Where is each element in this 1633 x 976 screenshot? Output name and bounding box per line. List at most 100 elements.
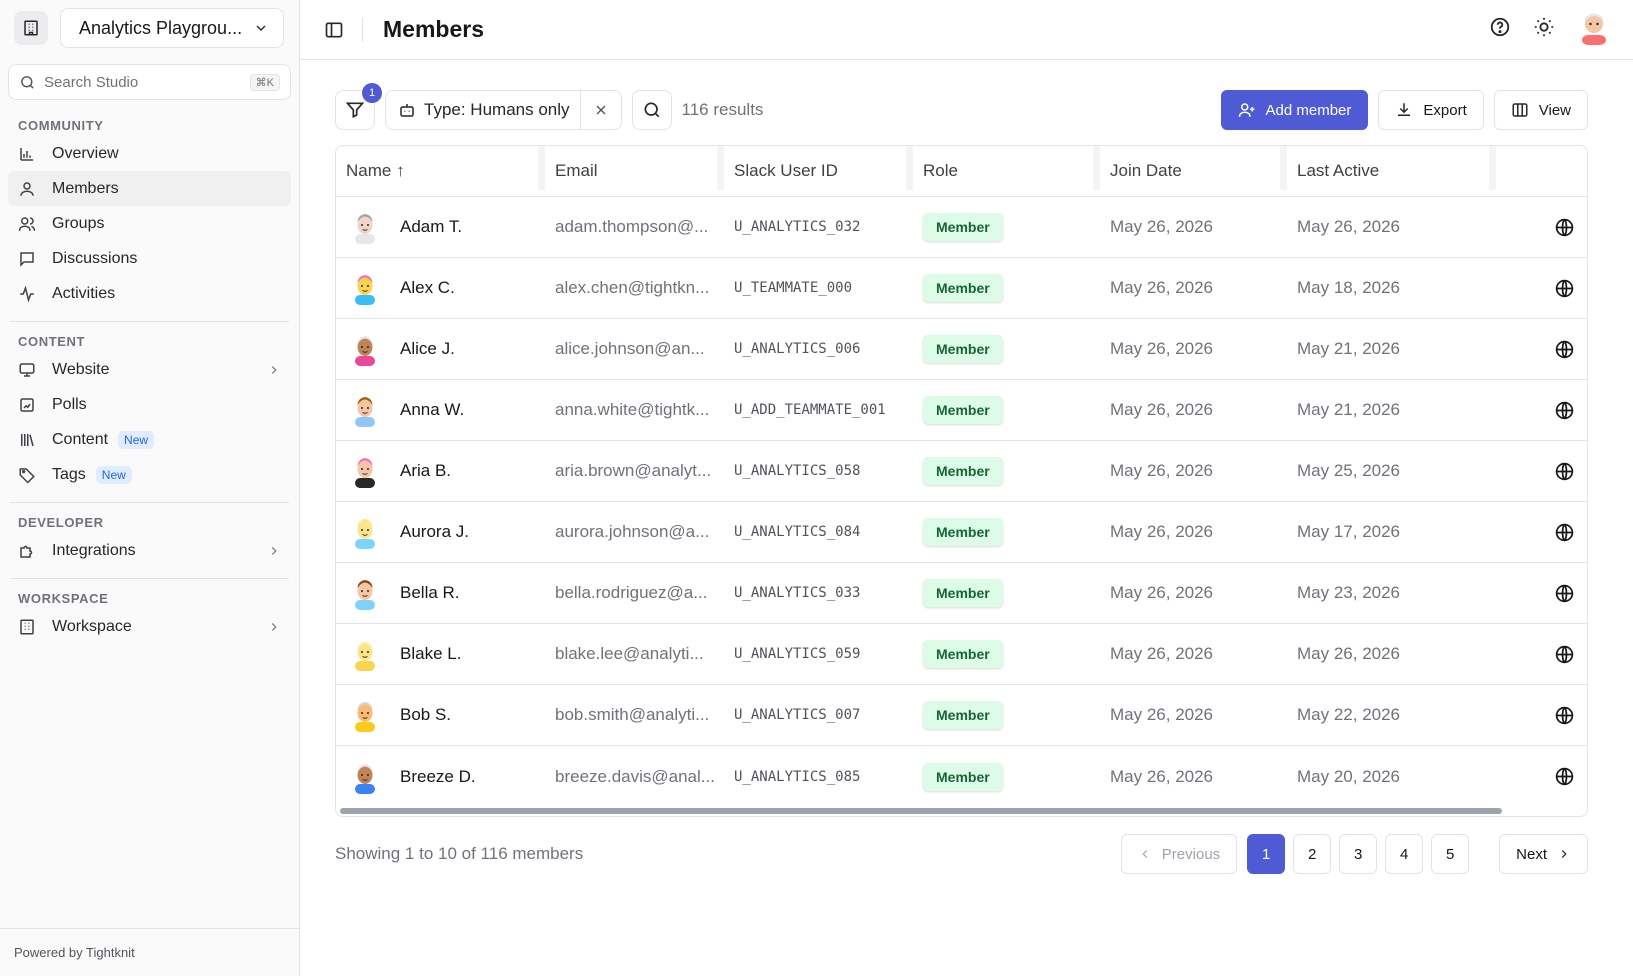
table-row[interactable]: Adam T. adam.thompson@... U_ANALYTICS_03… — [336, 197, 1587, 258]
add-member-button[interactable]: Add member — [1220, 90, 1369, 130]
last-active-cell: May 17, 2026 — [1297, 522, 1401, 541]
role-cell: Member — [913, 746, 1100, 807]
join-date-cell: May 26, 2026 — [1110, 339, 1214, 358]
avatar — [355, 397, 375, 427]
chevron-right-icon — [271, 622, 277, 631]
sidebar-item-discussions[interactable]: Discussions — [8, 241, 291, 276]
member-name-cell[interactable]: Bob S. — [336, 685, 545, 745]
globe-icon[interactable] — [1554, 644, 1575, 665]
table-row[interactable]: Aurora J. aurora.johnson@a... U_ANALYTIC… — [336, 502, 1587, 563]
globe-icon[interactable] — [1554, 400, 1575, 421]
role-cell: Member — [913, 441, 1100, 501]
member-name-cell[interactable]: Aria B. — [336, 441, 545, 501]
table-row[interactable]: Alice J. alice.johnson@an... U_ANALYTICS… — [336, 319, 1587, 380]
export-button[interactable]: Export — [1378, 90, 1484, 130]
column-header-last-active[interactable]: Last Active — [1287, 146, 1496, 196]
globe-icon[interactable] — [1554, 522, 1575, 543]
column-header-join-date[interactable]: Join Date — [1100, 146, 1287, 196]
sidebar-item-integrations[interactable]: Integrations — [8, 533, 291, 568]
tag-icon — [18, 466, 36, 484]
table-row[interactable]: Bob S. bob.smith@analyti... U_ANALYTICS_… — [336, 685, 1587, 746]
globe-icon[interactable] — [1554, 339, 1575, 360]
globe-icon[interactable] — [1554, 217, 1575, 238]
theme-sun-icon[interactable] — [1533, 16, 1555, 43]
column-header-slack-id[interactable]: Slack User ID — [724, 146, 913, 196]
sidebar-item-website[interactable]: Website — [8, 352, 291, 387]
globe-icon[interactable] — [1554, 705, 1575, 726]
table-search-button[interactable] — [631, 90, 672, 130]
table-row[interactable]: Breeze D. breeze.davis@anal... U_ANALYTI… — [336, 746, 1587, 807]
table-row[interactable]: Bella R. bella.rodriguez@a... U_ANALYTIC… — [336, 563, 1587, 624]
column-header-name[interactable]: Name ↑ — [336, 146, 545, 196]
sidebar-toggle-icon[interactable] — [322, 18, 346, 42]
sidebar-item-overview[interactable]: Overview — [8, 136, 291, 171]
new-badge: New — [95, 465, 132, 484]
table-toolbar: 1 Type: Humans only 116 results Add memb… — [335, 83, 1588, 131]
avatar — [355, 580, 375, 610]
sidebar-item-workspace[interactable]: Workspace — [8, 609, 291, 644]
table-row[interactable]: Blake L. blake.lee@analyti... U_ANALYTIC… — [336, 624, 1587, 685]
last-active-cell: May 23, 2026 — [1297, 583, 1401, 602]
avatar — [355, 336, 375, 366]
search-studio-input[interactable]: Search Studio ⌘K — [8, 64, 291, 100]
globe-icon[interactable] — [1554, 583, 1575, 604]
page-button-2[interactable]: 2 — [1293, 834, 1332, 874]
avatar — [355, 519, 375, 549]
member-name-cell[interactable]: Anna W. — [336, 380, 545, 440]
sidebar-item-content[interactable]: Content New — [8, 422, 291, 457]
page-button-3[interactable]: 3 — [1339, 834, 1378, 874]
role-badge: Member — [923, 274, 1003, 302]
search-placeholder: Search Studio — [44, 73, 139, 91]
role-cell: Member — [913, 685, 1100, 745]
column-header-role[interactable]: Role — [913, 146, 1100, 196]
remove-filter-button[interactable] — [581, 91, 621, 129]
slack-id-cell: U_ANALYTICS_033 — [734, 585, 861, 601]
user-avatar[interactable] — [1577, 9, 1611, 50]
page-title: Members — [383, 16, 484, 42]
table-row[interactable]: Anna W. anna.white@tightk... U_ADD_TEAMM… — [336, 380, 1587, 441]
sidebar-item-label: Activities — [52, 284, 116, 302]
horizontal-scrollbar[interactable] — [340, 808, 1502, 814]
sidebar-item-polls[interactable]: Polls — [8, 387, 291, 422]
filter-chip: Type: Humans only — [385, 90, 622, 130]
puzzle-icon — [18, 542, 36, 560]
member-name-cell[interactable]: Blake L. — [336, 624, 545, 684]
role-badge: Member — [923, 640, 1003, 668]
member-name-cell[interactable]: Adam T. — [336, 197, 545, 257]
globe-icon[interactable] — [1554, 766, 1575, 787]
member-name-cell[interactable]: Alex C. — [336, 258, 545, 318]
table-row[interactable]: Aria B. aria.brown@analyt... U_ANALYTICS… — [336, 441, 1587, 502]
member-name-cell[interactable]: Bella R. — [336, 563, 545, 623]
view-button[interactable]: View — [1493, 90, 1588, 130]
member-name-cell[interactable]: Breeze D. — [336, 746, 545, 807]
page-button-4[interactable]: 4 — [1385, 834, 1424, 874]
workspace-switcher[interactable]: Analytics Playgrou... — [60, 8, 284, 48]
avatar — [355, 214, 375, 244]
member-name-cell[interactable]: Alice J. — [336, 319, 545, 379]
sidebar-item-label: Tags — [52, 465, 86, 483]
previous-page-button[interactable]: Previous — [1120, 834, 1238, 874]
sidebar-item-groups[interactable]: Groups — [8, 206, 291, 241]
filter-chip-label[interactable]: Type: Humans only — [386, 91, 581, 129]
table-row[interactable]: Alex C. alex.chen@tightkn... U_TEAMMATE_… — [336, 258, 1587, 319]
sidebar-item-activities[interactable]: Activities — [8, 276, 291, 311]
sidebar-item-tags[interactable]: Tags New — [8, 457, 291, 492]
pagination: Previous 1 2 3 4 5 Next — [1120, 834, 1588, 874]
sidebar-item-members[interactable]: Members — [8, 171, 291, 206]
globe-icon[interactable] — [1554, 278, 1575, 299]
globe-icon[interactable] — [1554, 461, 1575, 482]
page-button-1[interactable]: 1 — [1247, 834, 1286, 874]
help-icon[interactable] — [1489, 16, 1511, 43]
building-icon[interactable] — [14, 11, 48, 45]
filter-button[interactable]: 1 — [335, 83, 382, 130]
filter-icon — [345, 102, 365, 119]
column-header-email[interactable]: Email — [545, 146, 724, 196]
top-bar: Members — [300, 0, 1633, 60]
last-active-cell: May 26, 2026 — [1297, 644, 1401, 663]
role-cell: Member — [913, 563, 1100, 623]
role-cell: Member — [913, 380, 1100, 440]
member-name-cell[interactable]: Aurora J. — [336, 502, 545, 562]
shortcut-hint: ⌘K — [249, 73, 280, 91]
page-button-5[interactable]: 5 — [1431, 834, 1470, 874]
next-page-button[interactable]: Next — [1499, 834, 1588, 874]
